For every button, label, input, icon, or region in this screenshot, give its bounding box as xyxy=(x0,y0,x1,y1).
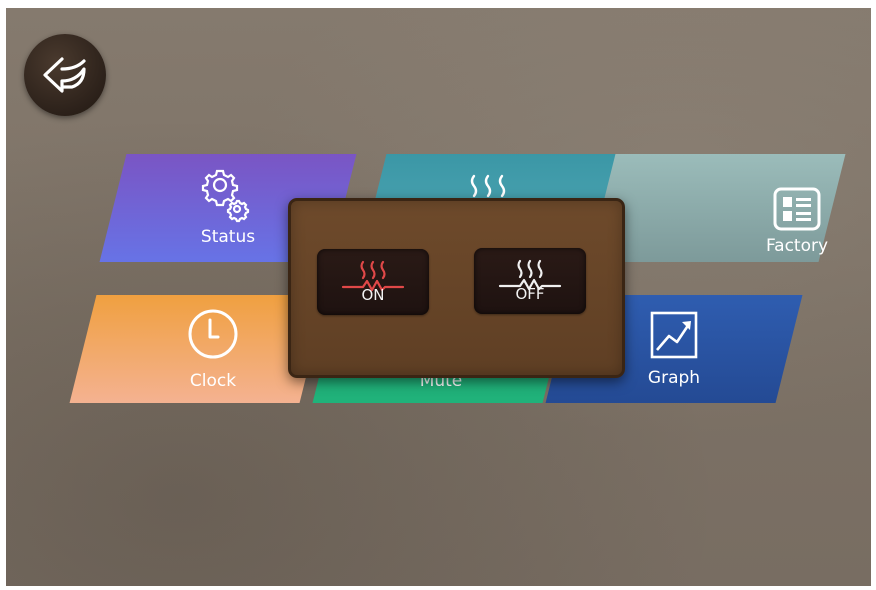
heater-off-button[interactable]: OFF xyxy=(474,248,586,314)
clock-tile-label: Clock xyxy=(189,371,237,391)
clock-icon xyxy=(188,309,238,359)
back-button[interactable] xyxy=(24,34,106,116)
heater-on-label: ON xyxy=(361,286,385,304)
heater-popup: ON OFF xyxy=(288,198,625,378)
clock-tile-content: Clock xyxy=(83,295,313,403)
status-tile-label: Status xyxy=(200,227,256,247)
heater-off-label: OFF xyxy=(515,285,545,303)
factory-tile-label: Factory xyxy=(765,236,829,256)
heat-waves-icon xyxy=(470,174,506,198)
list-icon xyxy=(773,187,821,231)
gears-icon xyxy=(201,169,250,223)
graph-tile-label: Graph xyxy=(647,368,701,388)
factory-tile[interactable]: Factory xyxy=(588,154,846,262)
heater-on-button[interactable]: ON xyxy=(317,249,429,315)
back-arrow-icon xyxy=(43,57,86,93)
screen-background: Status Factory Clock Mute Graph ON OFF xyxy=(6,8,871,586)
factory-tile-content: Factory xyxy=(602,154,832,262)
chart-icon xyxy=(650,311,698,359)
